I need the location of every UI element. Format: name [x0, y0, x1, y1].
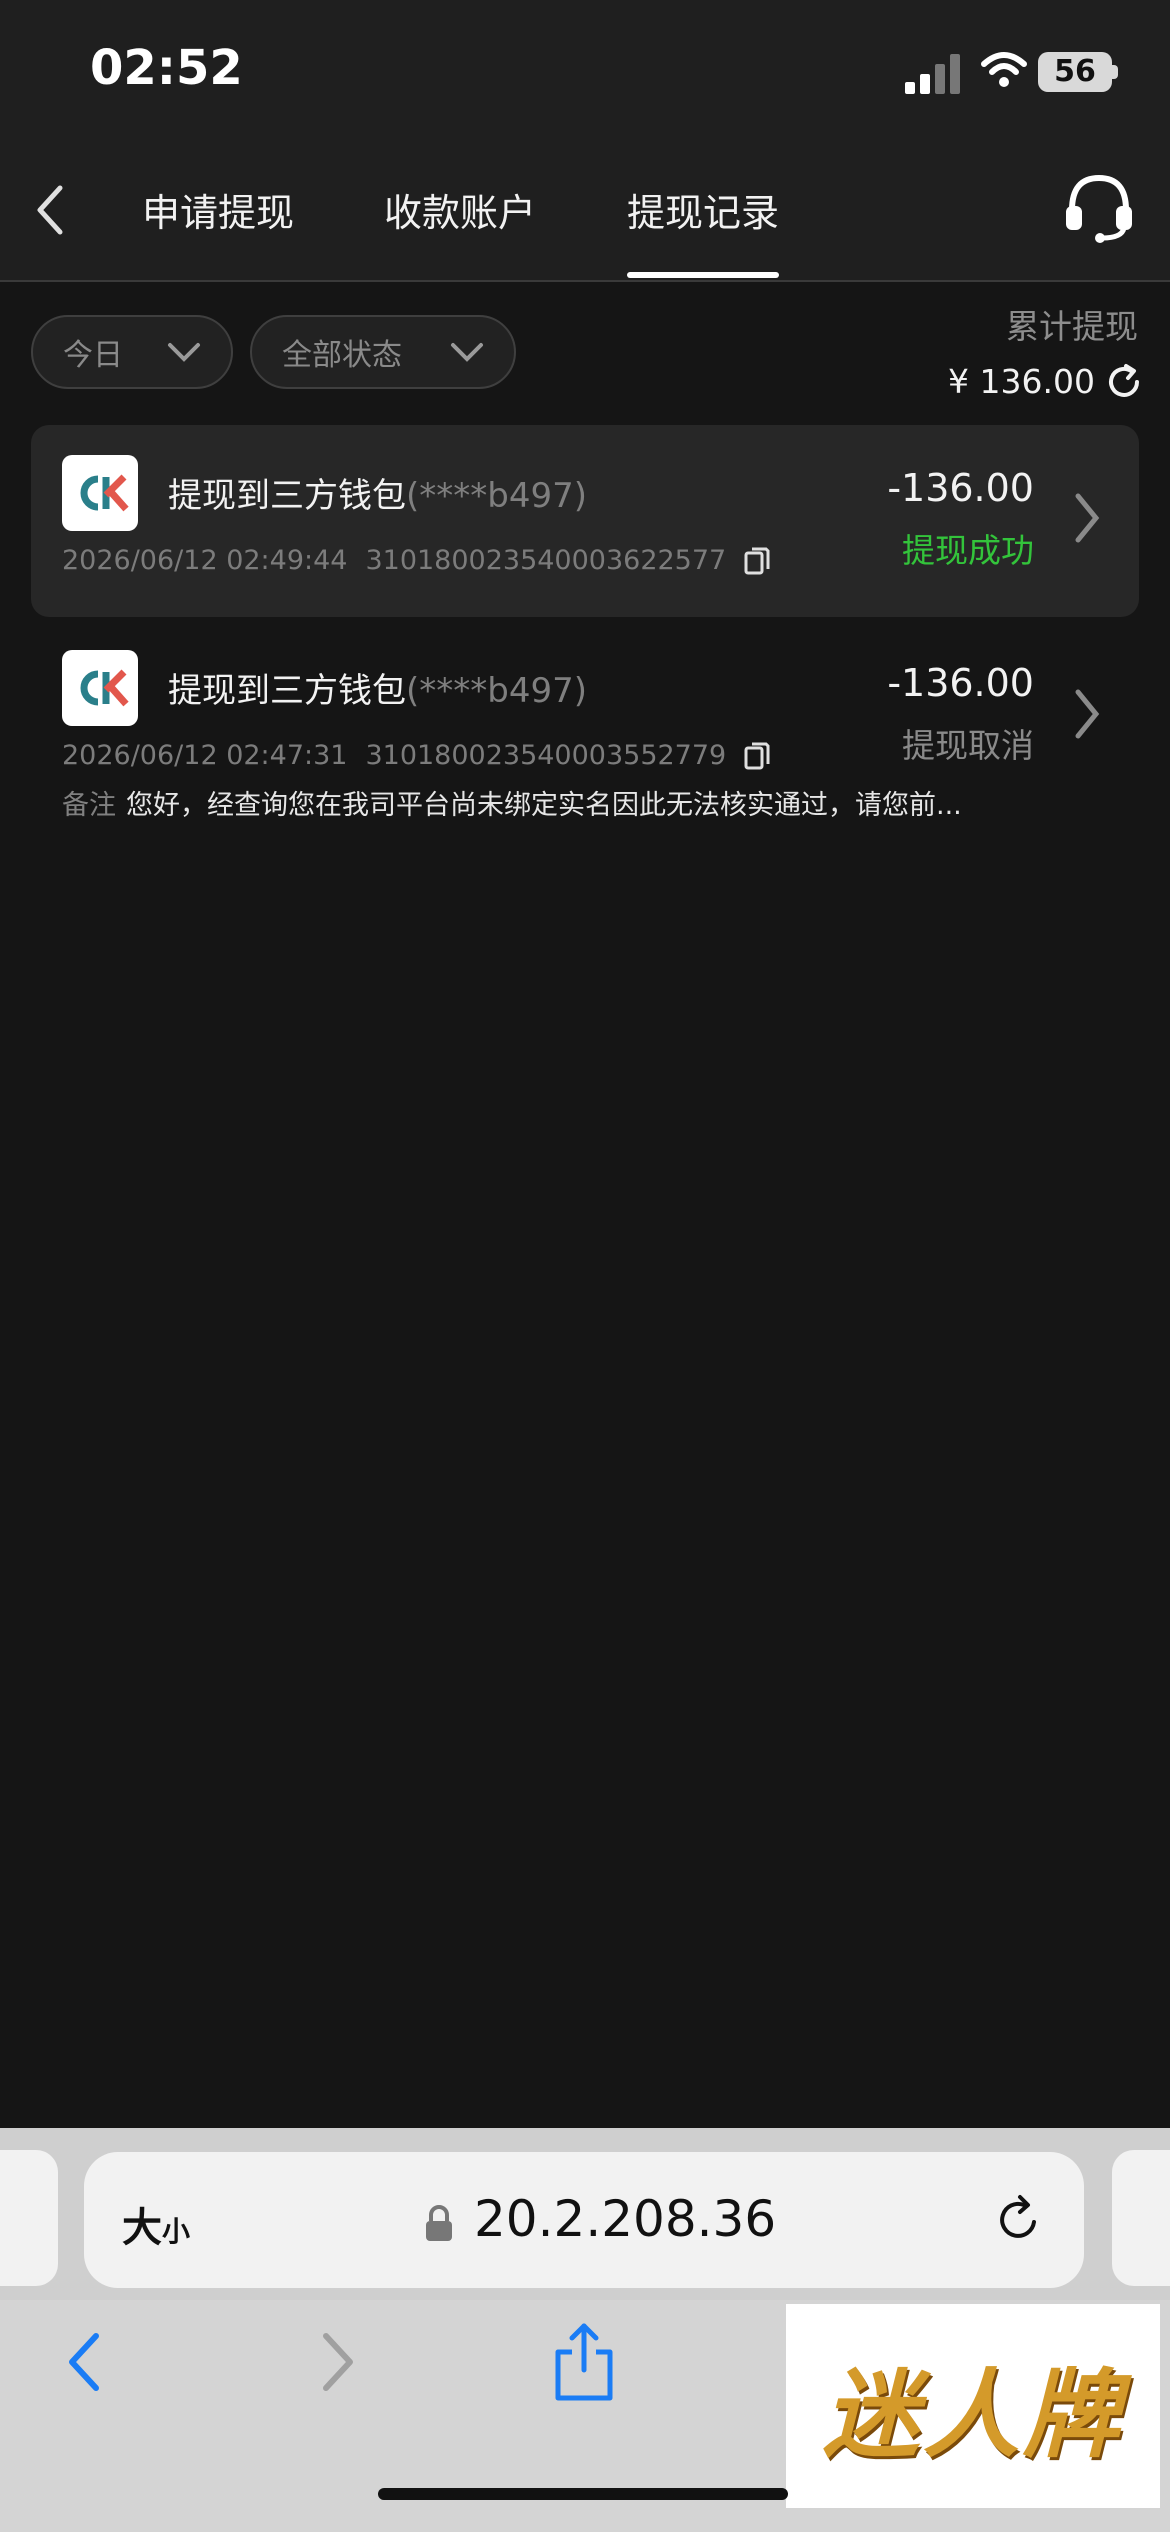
record-order-id: 310180023540003552779 — [365, 740, 727, 771]
url-text[interactable]: 20.2.208.36 — [474, 2190, 776, 2248]
reload-icon[interactable] — [994, 2192, 1044, 2246]
record-datetime: 2026/06/12 02:47:31 — [62, 740, 348, 771]
battery-tip — [1112, 65, 1118, 79]
record-status: 提现成功 — [902, 531, 1034, 570]
copy-icon[interactable] — [744, 547, 770, 575]
previous-tab-preview[interactable] — [0, 2150, 58, 2286]
browser-back-icon[interactable] — [64, 2330, 104, 2394]
remark-text: 您好，经查询您在我司平台尚未绑定实名因此无法核实通过，请您前... — [126, 790, 962, 821]
chevron-down-icon — [451, 343, 483, 362]
record-meta: 2026/06/12 02:49:44 31018002354000362257… — [62, 545, 770, 576]
tab-apply-withdraw[interactable]: 申请提现 — [142, 182, 294, 237]
record-meta: 2026/06/12 02:47:31 31018002354000355277… — [62, 740, 770, 771]
copy-icon[interactable] — [744, 742, 770, 770]
tab-withdraw-records[interactable]: 提现记录 — [627, 182, 779, 237]
total-withdraw-label: 累计提现 — [1006, 307, 1138, 346]
withdraw-record-card[interactable] — [31, 425, 1139, 617]
record-account-mask: (****b497) — [406, 476, 588, 516]
record-title: 提现到三方钱包(****b497) — [168, 671, 588, 711]
share-icon[interactable] — [552, 2322, 616, 2402]
record-amount: -136.00 — [887, 466, 1034, 510]
total-withdraw-amount: ¥ 136.00 — [948, 362, 1095, 401]
record-title: 提现到三方钱包(****b497) — [168, 476, 588, 516]
date-filter-label: 今日 — [63, 338, 123, 373]
record-account-mask: (****b497) — [406, 671, 588, 711]
customer-service-icon[interactable] — [1062, 170, 1136, 244]
wifi-icon — [981, 52, 1027, 87]
home-indicator — [378, 2488, 788, 2500]
record-order-id: 310180023540003622577 — [365, 545, 727, 576]
active-tab-indicator — [627, 272, 779, 278]
date-filter[interactable]: 今日 — [31, 315, 233, 389]
signal-icon — [905, 52, 960, 94]
wallet-logo — [62, 650, 138, 726]
browser-forward-icon[interactable] — [318, 2330, 358, 2394]
watermark: 迷人牌 — [786, 2304, 1160, 2508]
record-amount: -136.00 — [887, 661, 1034, 705]
chevron-right-icon[interactable] — [1072, 686, 1102, 742]
remark-label: 备注 — [62, 790, 116, 821]
battery-icon: 56 — [1038, 52, 1112, 92]
refresh-icon[interactable] — [1104, 362, 1144, 402]
status-filter-label: 全部状态 — [282, 338, 402, 373]
back-icon[interactable] — [30, 180, 70, 240]
next-tab-preview[interactable] — [1112, 2150, 1170, 2286]
tab-payee-account[interactable]: 收款账户 — [384, 182, 536, 237]
record-datetime: 2026/06/12 02:49:44 — [62, 545, 348, 576]
wallet-logo — [62, 455, 138, 531]
record-remark: 备注 您好，经查询您在我司平台尚未绑定实名因此无法核实通过，请您前... — [62, 783, 962, 822]
status-time: 02:52 — [90, 40, 243, 96]
text-size-button[interactable]: 大小 — [122, 2195, 190, 2253]
chevron-right-icon[interactable] — [1072, 490, 1102, 546]
chevron-down-icon — [168, 343, 200, 362]
status-filter[interactable]: 全部状态 — [250, 315, 516, 389]
record-status: 提现取消 — [902, 726, 1034, 765]
lock-icon — [426, 2205, 452, 2241]
